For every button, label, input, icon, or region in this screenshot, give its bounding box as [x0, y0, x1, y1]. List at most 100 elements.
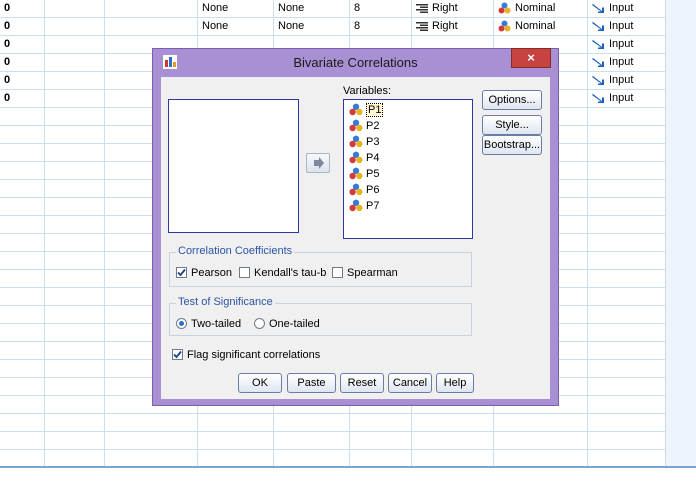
- one-tailed-radio[interactable]: [254, 318, 265, 329]
- table-cell[interactable]: [105, 414, 198, 432]
- table-cell[interactable]: [45, 126, 105, 144]
- spearman-checkbox[interactable]: [332, 267, 343, 278]
- table-cell[interactable]: [588, 378, 666, 396]
- table-cell[interactable]: [45, 378, 105, 396]
- table-cell[interactable]: [412, 432, 494, 450]
- variables-list[interactable]: P1 P2 P3 P4 P5 P6 P7: [343, 99, 473, 239]
- table-cell[interactable]: [588, 324, 666, 342]
- table-cell[interactable]: None: [274, 18, 350, 36]
- table-cell[interactable]: [350, 414, 412, 432]
- table-cell[interactable]: [0, 432, 45, 450]
- pearson-option[interactable]: Pearson: [176, 267, 232, 279]
- table-cell[interactable]: [274, 414, 350, 432]
- table-cell[interactable]: [494, 432, 588, 450]
- table-cell[interactable]: [588, 198, 666, 216]
- table-cell[interactable]: [412, 414, 494, 432]
- variable-list-item[interactable]: P2: [348, 118, 382, 134]
- table-cell[interactable]: [105, 432, 198, 450]
- variable-list-item[interactable]: P1: [348, 102, 386, 118]
- table-cell[interactable]: [588, 396, 666, 414]
- table-cell[interactable]: [45, 324, 105, 342]
- table-cell[interactable]: [0, 162, 45, 180]
- table-cell[interactable]: [45, 90, 105, 108]
- table-cell[interactable]: [588, 360, 666, 378]
- table-cell[interactable]: [45, 144, 105, 162]
- table-cell[interactable]: 0: [0, 18, 45, 36]
- table-cell[interactable]: [0, 144, 45, 162]
- table-cell[interactable]: [45, 198, 105, 216]
- table-cell[interactable]: [0, 234, 45, 252]
- table-cell[interactable]: [0, 270, 45, 288]
- table-cell[interactable]: 0: [0, 36, 45, 54]
- table-cell[interactable]: [45, 36, 105, 54]
- table-cell[interactable]: [45, 288, 105, 306]
- close-button[interactable]: ×: [511, 48, 551, 68]
- table-cell[interactable]: [45, 54, 105, 72]
- table-cell[interactable]: [45, 396, 105, 414]
- table-cell[interactable]: [45, 252, 105, 270]
- table-cell[interactable]: [588, 306, 666, 324]
- table-cell[interactable]: [588, 252, 666, 270]
- kendall-checkbox[interactable]: [239, 267, 250, 278]
- table-cell[interactable]: [45, 306, 105, 324]
- variable-list-item[interactable]: P7: [348, 198, 382, 214]
- table-cell[interactable]: Input: [588, 54, 666, 72]
- options-button[interactable]: Options...: [482, 90, 542, 110]
- variable-list-item[interactable]: P3: [348, 134, 382, 150]
- table-cell[interactable]: 0: [0, 90, 45, 108]
- move-variable-button[interactable]: [306, 153, 330, 173]
- pearson-checkbox[interactable]: [176, 267, 187, 278]
- table-cell[interactable]: [0, 360, 45, 378]
- table-cell[interactable]: [588, 342, 666, 360]
- variable-list-item[interactable]: P6: [348, 182, 382, 198]
- table-cell[interactable]: [350, 432, 412, 450]
- table-cell[interactable]: [588, 180, 666, 198]
- table-cell[interactable]: [45, 18, 105, 36]
- table-cell[interactable]: [0, 216, 45, 234]
- table-cell[interactable]: 8: [350, 0, 412, 18]
- table-cell[interactable]: None: [274, 0, 350, 18]
- cancel-button[interactable]: Cancel: [388, 373, 432, 393]
- table-cell[interactable]: [0, 180, 45, 198]
- flag-significant-option[interactable]: Flag significant correlations: [172, 349, 320, 361]
- table-cell[interactable]: 0: [0, 0, 45, 18]
- paste-button[interactable]: Paste: [287, 373, 336, 393]
- variable-list-item[interactable]: P4: [348, 150, 382, 166]
- kendall-option[interactable]: Kendall's tau-b: [239, 267, 326, 279]
- table-cell[interactable]: None: [198, 0, 274, 18]
- table-cell[interactable]: 8: [350, 18, 412, 36]
- table-cell[interactable]: Input: [588, 72, 666, 90]
- table-cell[interactable]: [0, 396, 45, 414]
- table-cell[interactable]: [0, 342, 45, 360]
- table-cell[interactable]: Nominal: [494, 0, 588, 18]
- table-cell[interactable]: 0: [0, 54, 45, 72]
- table-cell[interactable]: [588, 216, 666, 234]
- table-cell[interactable]: [494, 414, 588, 432]
- table-cell[interactable]: Input: [588, 18, 666, 36]
- table-cell[interactable]: Right: [412, 18, 494, 36]
- table-cell[interactable]: [45, 216, 105, 234]
- table-cell[interactable]: Input: [588, 36, 666, 54]
- table-cell[interactable]: None: [198, 18, 274, 36]
- table-cell[interactable]: [588, 126, 666, 144]
- table-cell[interactable]: Input: [588, 0, 666, 18]
- table-cell[interactable]: [45, 162, 105, 180]
- table-cell[interactable]: [0, 414, 45, 432]
- table-cell[interactable]: [588, 108, 666, 126]
- table-cell[interactable]: [588, 288, 666, 306]
- table-cell[interactable]: [45, 108, 105, 126]
- table-cell[interactable]: [45, 342, 105, 360]
- table-cell[interactable]: [0, 324, 45, 342]
- one-tailed-option[interactable]: One-tailed: [254, 318, 320, 330]
- table-cell[interactable]: [105, 0, 198, 18]
- two-tailed-option[interactable]: Two-tailed: [176, 318, 241, 330]
- table-cell[interactable]: [198, 414, 274, 432]
- table-cell[interactable]: [45, 270, 105, 288]
- variable-list-item[interactable]: P5: [348, 166, 382, 182]
- table-cell[interactable]: [45, 72, 105, 90]
- table-cell[interactable]: [588, 144, 666, 162]
- table-cell[interactable]: [0, 378, 45, 396]
- table-cell[interactable]: [45, 414, 105, 432]
- table-cell[interactable]: [588, 270, 666, 288]
- table-cell[interactable]: [0, 126, 45, 144]
